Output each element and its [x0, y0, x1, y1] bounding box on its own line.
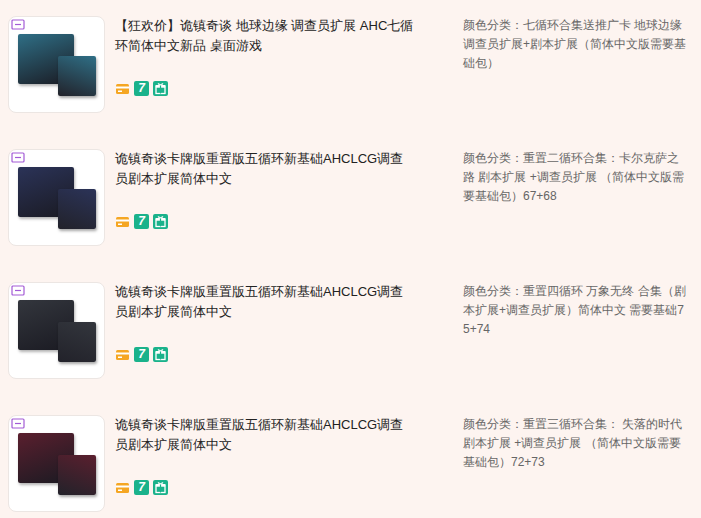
product-image[interactable] [8, 415, 105, 512]
product-image[interactable] [8, 16, 105, 113]
card-icon [115, 214, 130, 229]
gift-icon [153, 347, 168, 362]
service-icons: 7 [115, 347, 415, 362]
product-spec: 颜色分类：重置四循环 万象无终 合集（剧本扩展+调查员扩展）简体中文 需要基础7… [463, 282, 689, 339]
gift-icon [153, 480, 168, 495]
gift-icon [153, 81, 168, 96]
service-icons: 7 [115, 81, 415, 96]
product-title[interactable]: 【狂欢价】诡镇奇谈 地球边缘 调查员扩展 AHC七循环简体中文新品 桌面游戏 [115, 16, 415, 56]
gift-icon [153, 214, 168, 229]
product-photo [18, 300, 96, 362]
tag-icon [11, 285, 25, 296]
card-icon [115, 347, 130, 362]
product-title[interactable]: 诡镇奇谈卡牌版重置版五循环新基础AHCLCG调查员剧本扩展简体中文 [115, 149, 415, 189]
seven-day-return-icon: 7 [134, 81, 149, 96]
product-title[interactable]: 诡镇奇谈卡牌版重置版五循环新基础AHCLCG调查员剧本扩展简体中文 [115, 415, 415, 455]
order-item[interactable]: 【狂欢价】诡镇奇谈 地球边缘 调查员扩展 AHC七循环简体中文新品 桌面游戏 7 颜… [0, 0, 701, 133]
product-spec: 颜色分类：重置三循环合集： 失落的时代 剧本扩展 +调查员扩展 （简体中文版需要… [463, 415, 689, 472]
product-photo [18, 433, 96, 495]
product-spec: 颜色分类：重置二循环合集：卡尔克萨之路 剧本扩展 +调查员扩展 （简体中文版需要… [463, 149, 689, 206]
product-spec: 颜色分类：七循环合集送推广卡 地球边缘 调查员扩展+剧本扩展（简体中文版需要基础… [463, 16, 689, 73]
product-photo [18, 167, 96, 229]
card-icon [115, 480, 130, 495]
tag-icon [11, 418, 25, 429]
service-icons: 7 [115, 480, 415, 495]
product-image[interactable] [8, 282, 105, 379]
tag-icon [11, 19, 25, 30]
service-icons: 7 [115, 214, 415, 229]
order-item[interactable]: 诡镇奇谈卡牌版重置版五循环新基础AHCLCG调查员剧本扩展简体中文 7 颜色分类：重… [0, 266, 701, 399]
order-list: 【狂欢价】诡镇奇谈 地球边缘 调查员扩展 AHC七循环简体中文新品 桌面游戏 7 颜… [0, 0, 701, 518]
order-item[interactable]: 诡镇奇谈卡牌版重置版五循环新基础AHCLCG调查员剧本扩展简体中文 7 颜色分类：重… [0, 133, 701, 266]
product-photo [18, 34, 96, 96]
seven-day-return-icon: 7 [134, 347, 149, 362]
seven-day-return-icon: 7 [134, 480, 149, 495]
seven-day-return-icon: 7 [134, 214, 149, 229]
order-item[interactable]: 诡镇奇谈卡牌版重置版五循环新基础AHCLCG调查员剧本扩展简体中文 7 颜色分类：重… [0, 399, 701, 518]
tag-icon [11, 152, 25, 163]
card-icon [115, 81, 130, 96]
product-title[interactable]: 诡镇奇谈卡牌版重置版五循环新基础AHCLCG调查员剧本扩展简体中文 [115, 282, 415, 322]
product-image[interactable] [8, 149, 105, 246]
